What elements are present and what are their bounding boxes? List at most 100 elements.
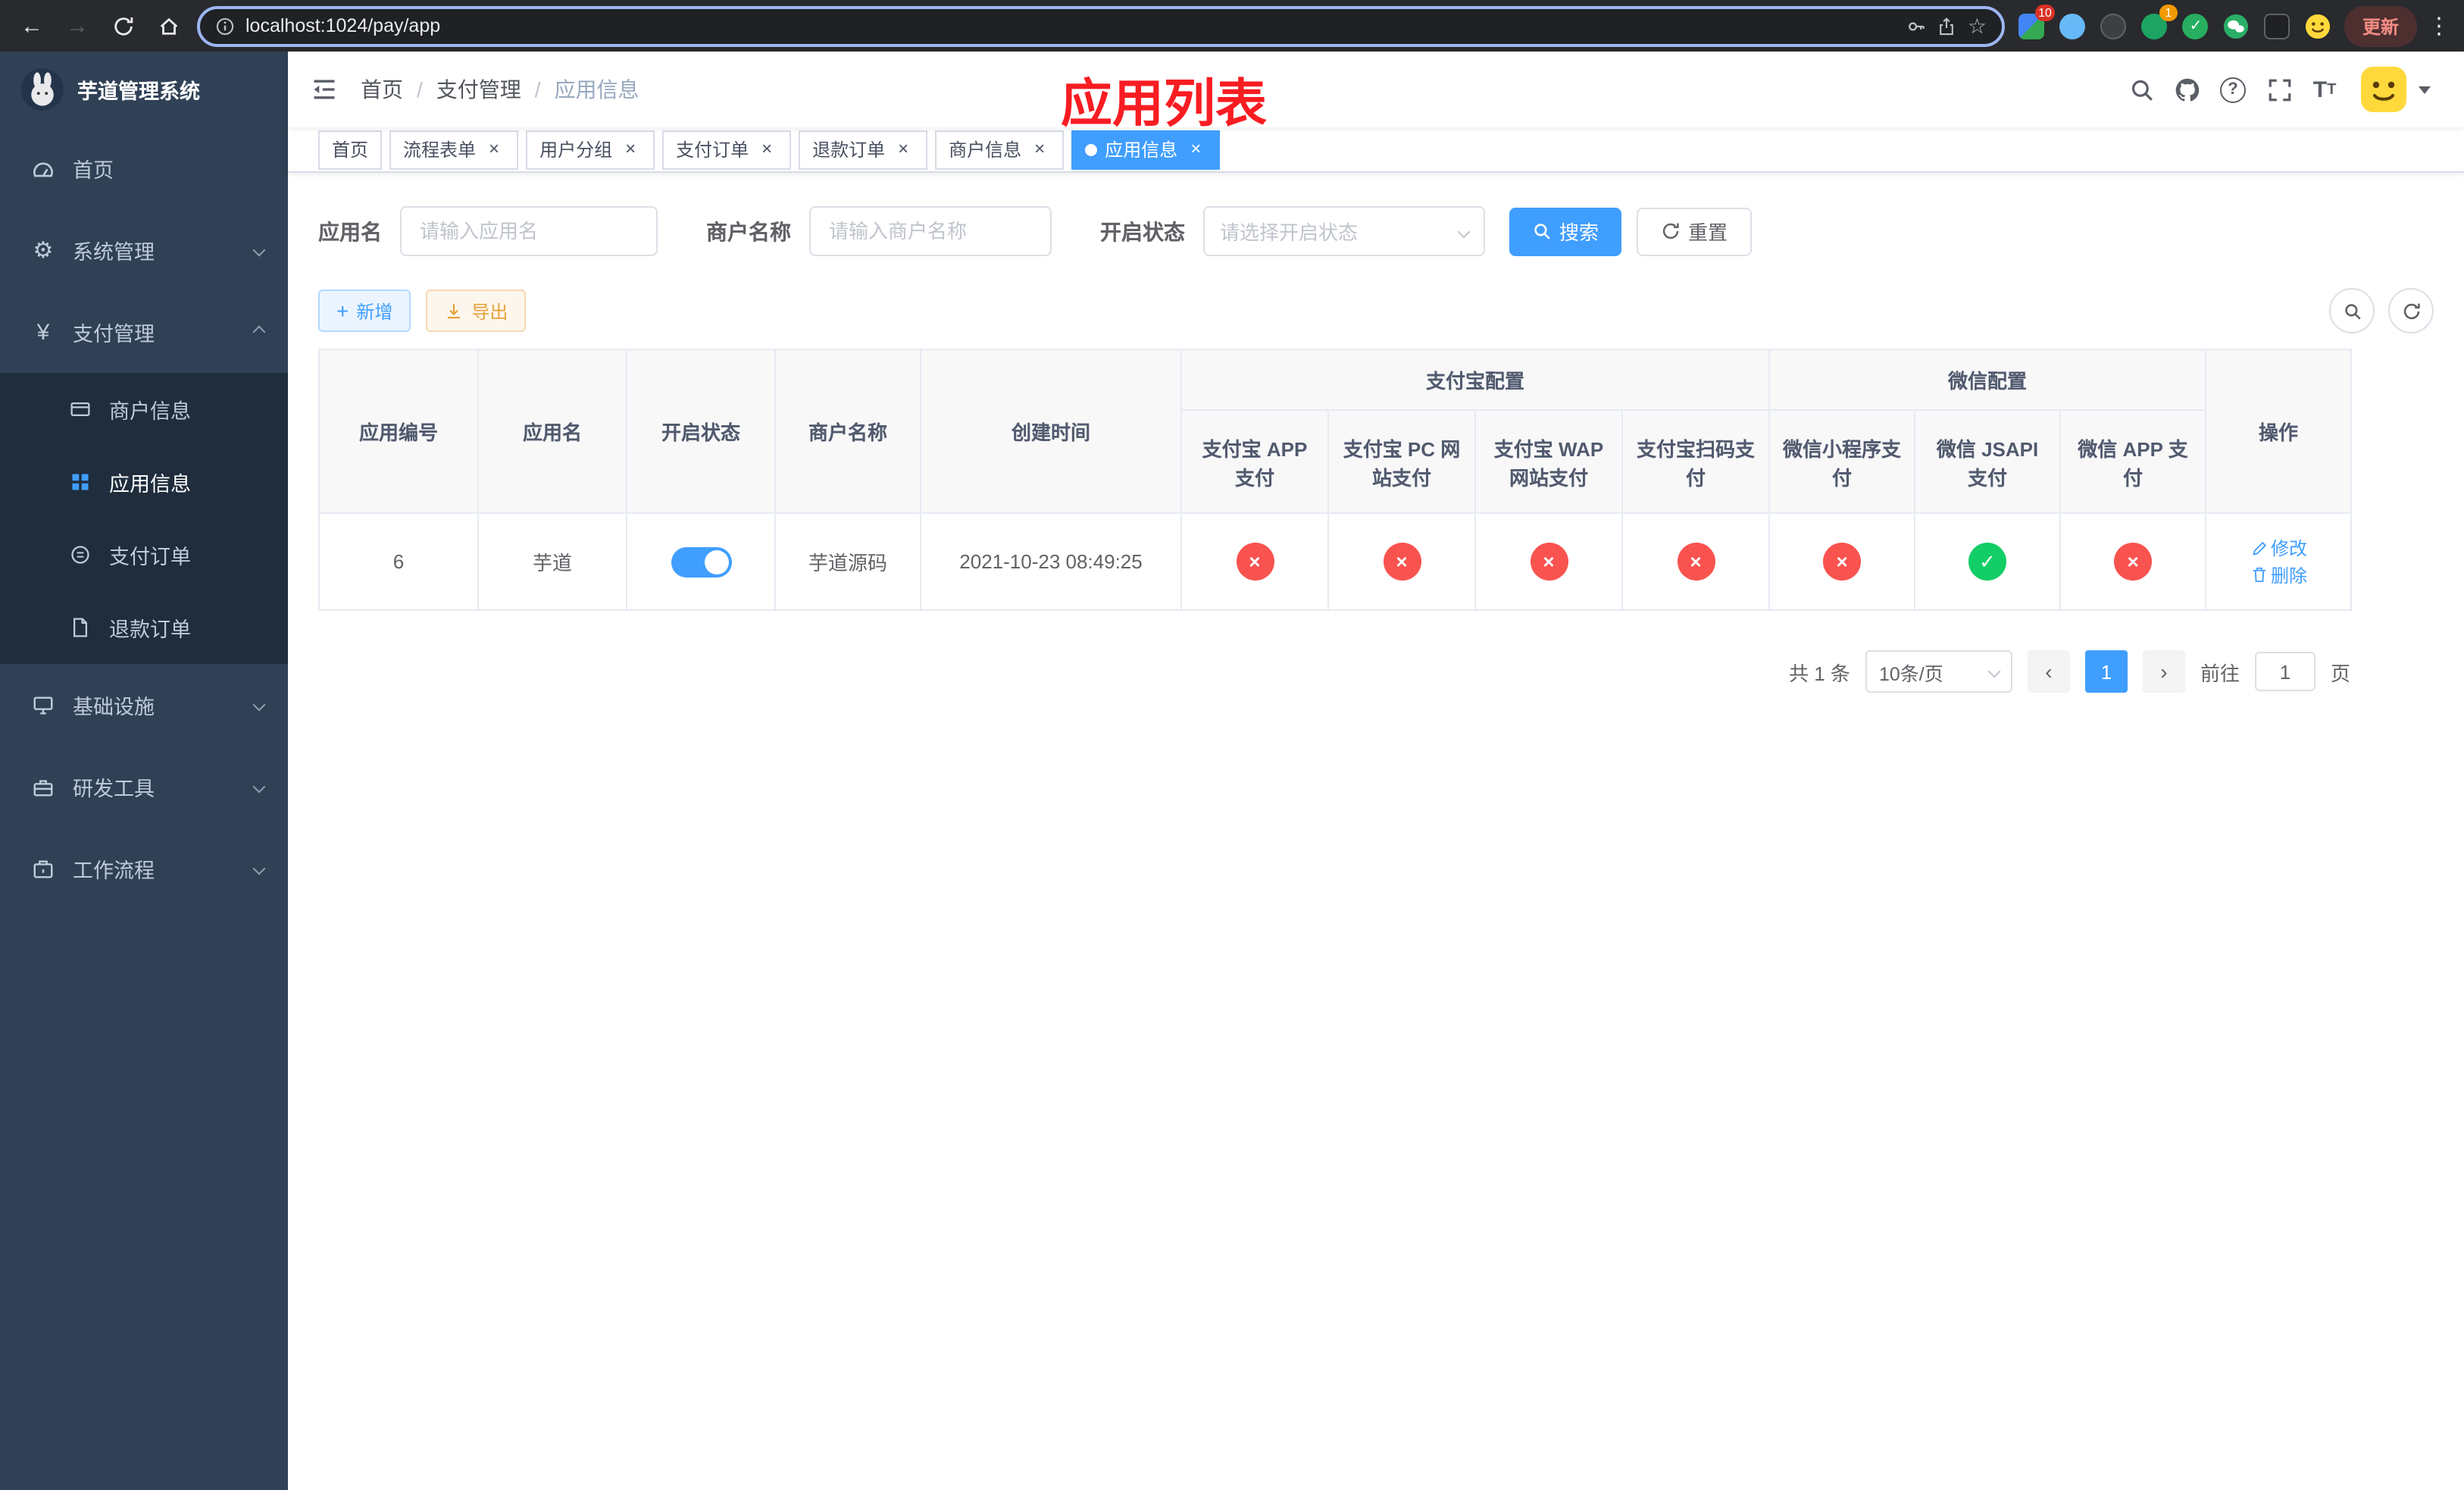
goto-page-input[interactable] (2254, 652, 2315, 691)
chevron-down-icon (252, 780, 266, 794)
browser-forward-icon[interactable]: → (61, 9, 94, 42)
gear-icon: ⚙ (33, 238, 54, 264)
sidebar-item-merchant-info[interactable]: 商户信息 (0, 373, 288, 446)
reset-button[interactable]: 重置 (1637, 207, 1753, 255)
sidebar-item-workflow[interactable]: 工作流程 (0, 828, 288, 909)
extension-avatar-icon[interactable]: 1 (2140, 5, 2178, 41)
close-icon[interactable]: × (1185, 138, 1206, 160)
col-app-name: 应用名 (477, 349, 627, 514)
cell-alipay-app: × (1180, 512, 1329, 611)
sidebar-item-payment-orders[interactable]: 支付订单 (0, 518, 288, 591)
toggle-search-button[interactable] (2329, 288, 2375, 333)
app-name-input[interactable] (400, 206, 658, 256)
sidebar-item-app-info[interactable]: 应用信息 (0, 446, 288, 518)
chevron-down-icon (252, 243, 266, 257)
breadcrumb-home[interactable]: 首页 (361, 74, 403, 105)
font-size-icon[interactable]: TT (2303, 68, 2346, 111)
search-button-label: 搜索 (1559, 221, 1599, 244)
password-key-icon[interactable] (1907, 16, 1927, 36)
close-icon[interactable]: × (483, 138, 505, 160)
tab-payment-orders[interactable]: 支付订单 × (662, 130, 792, 169)
browser-update-button[interactable]: 更新 (2344, 5, 2417, 46)
briefcase-icon (30, 857, 56, 880)
col-group-wechat: 微信配置 (1768, 349, 2207, 411)
extension-colorful-icon[interactable]: 10 (2017, 5, 2055, 41)
extension-pinned-icon[interactable] (2262, 11, 2293, 41)
sidebar-item-label: 支付管理 (73, 323, 155, 346)
close-icon[interactable]: × (756, 138, 777, 160)
next-page-button[interactable]: › (2142, 650, 2185, 693)
sidebar-item-refund-orders[interactable]: 退款订单 (0, 591, 288, 664)
browser-reload-icon[interactable] (106, 9, 139, 42)
sidebar-item-system[interactable]: ⚙ 系统管理 (0, 209, 288, 291)
extension-wechat-icon[interactable] (2222, 11, 2252, 41)
col-wechat-mini: 微信小程序支付 (1768, 409, 1916, 514)
extension-emoji-icon[interactable] (2303, 11, 2334, 41)
hamburger-icon[interactable] (288, 76, 361, 103)
chevron-up-icon (252, 325, 266, 339)
search-icon[interactable] (2120, 68, 2162, 111)
app-table: 应用编号 应用名 开启状态 商户名称 创建时间 支付宝配置 微信配置 操作 支付… (318, 349, 2353, 611)
user-avatar[interactable] (2361, 67, 2406, 112)
prev-page-button[interactable]: ‹ (2027, 650, 2070, 693)
share-icon[interactable] (1937, 16, 1957, 36)
app-logo[interactable]: 芋道管理系统 (0, 52, 288, 127)
browser-back-icon[interactable]: ← (15, 9, 48, 42)
refresh-table-button[interactable] (2388, 288, 2434, 333)
sidebar-item-payment[interactable]: ¥ 支付管理 (0, 291, 288, 373)
url-text: localhost:1024/pay/app (245, 15, 441, 36)
app-title: 芋道管理系统 (77, 80, 200, 103)
caret-down-icon[interactable] (2419, 86, 2431, 93)
tab-merchant-info[interactable]: 商户信息 × (935, 130, 1065, 169)
merchant-name-input[interactable] (809, 206, 1052, 256)
extension-drop-icon[interactable] (2058, 11, 2088, 41)
toolbox-icon (30, 775, 56, 798)
bookmark-star-icon[interactable]: ☆ (1968, 13, 1987, 39)
logo-image (21, 68, 64, 111)
breadcrumb: 首页 / 支付管理 / 应用信息 (361, 74, 639, 105)
cell-alipay-qr: × (1621, 512, 1771, 611)
page-size-select[interactable]: 10条/页 (1865, 650, 2012, 693)
payment-submenu: 商户信息 应用信息 支付订单 退款订单 (0, 373, 288, 664)
extension-dark-icon[interactable] (2099, 11, 2129, 41)
goto-prefix-label: 前往 (2200, 662, 2240, 684)
cell-wechat-app: × (2059, 512, 2207, 611)
sidebar-item-label: 支付订单 (109, 546, 191, 568)
search-button[interactable]: 搜索 (1509, 207, 1622, 255)
help-icon[interactable]: ? (2220, 77, 2246, 102)
tab-label: 首页 (332, 139, 369, 161)
navbar-actions: ? TT (2120, 67, 2464, 112)
sidebar-item-home[interactable]: 首页 (0, 127, 288, 209)
github-icon[interactable] (2165, 68, 2208, 111)
tab-process-form[interactable]: 流程表单 × (389, 130, 519, 169)
fullscreen-icon[interactable] (2258, 68, 2300, 111)
sidebar-item-dev-tools[interactable]: 研发工具 (0, 746, 288, 828)
page-1-button[interactable]: 1 (2084, 650, 2128, 693)
export-button[interactable]: 导出 (426, 290, 527, 332)
col-status: 开启状态 (626, 349, 776, 514)
reset-button-label: 重置 (1688, 221, 1728, 244)
close-icon[interactable]: × (1029, 138, 1050, 160)
browser-menu-icon[interactable]: ⋮ (2428, 12, 2450, 39)
delete-link[interactable]: 删除 (2250, 562, 2307, 587)
site-info-icon[interactable] (215, 16, 235, 36)
add-button-label: 新增 (356, 301, 393, 322)
status-toggle[interactable] (671, 546, 731, 577)
sidebar-item-infrastructure[interactable]: 基础设施 (0, 664, 288, 746)
breadcrumb-section[interactable]: 支付管理 (436, 74, 521, 105)
tab-refund-orders[interactable]: 退款订单 × (799, 130, 928, 169)
browser-home-icon[interactable] (152, 9, 185, 42)
active-tab-dot (1085, 143, 1098, 155)
status-select[interactable]: 请选择开启状态 (1203, 206, 1485, 256)
tab-home[interactable]: 首页 (318, 130, 383, 169)
close-icon[interactable]: × (893, 138, 914, 160)
cell-app-id: 6 (318, 512, 479, 611)
address-bar[interactable]: localhost:1024/pay/app ☆ (197, 5, 2005, 46)
cross-icon: × (1530, 543, 1568, 581)
close-icon[interactable]: × (620, 138, 641, 160)
add-button[interactable]: + 新增 (318, 290, 411, 332)
edit-link[interactable]: 修改 (2250, 535, 2307, 561)
extension-glyph (2059, 13, 2086, 39)
tab-user-group[interactable]: 用户分组 × (526, 130, 655, 169)
extension-green-check-icon[interactable]: ✓ (2181, 11, 2211, 41)
